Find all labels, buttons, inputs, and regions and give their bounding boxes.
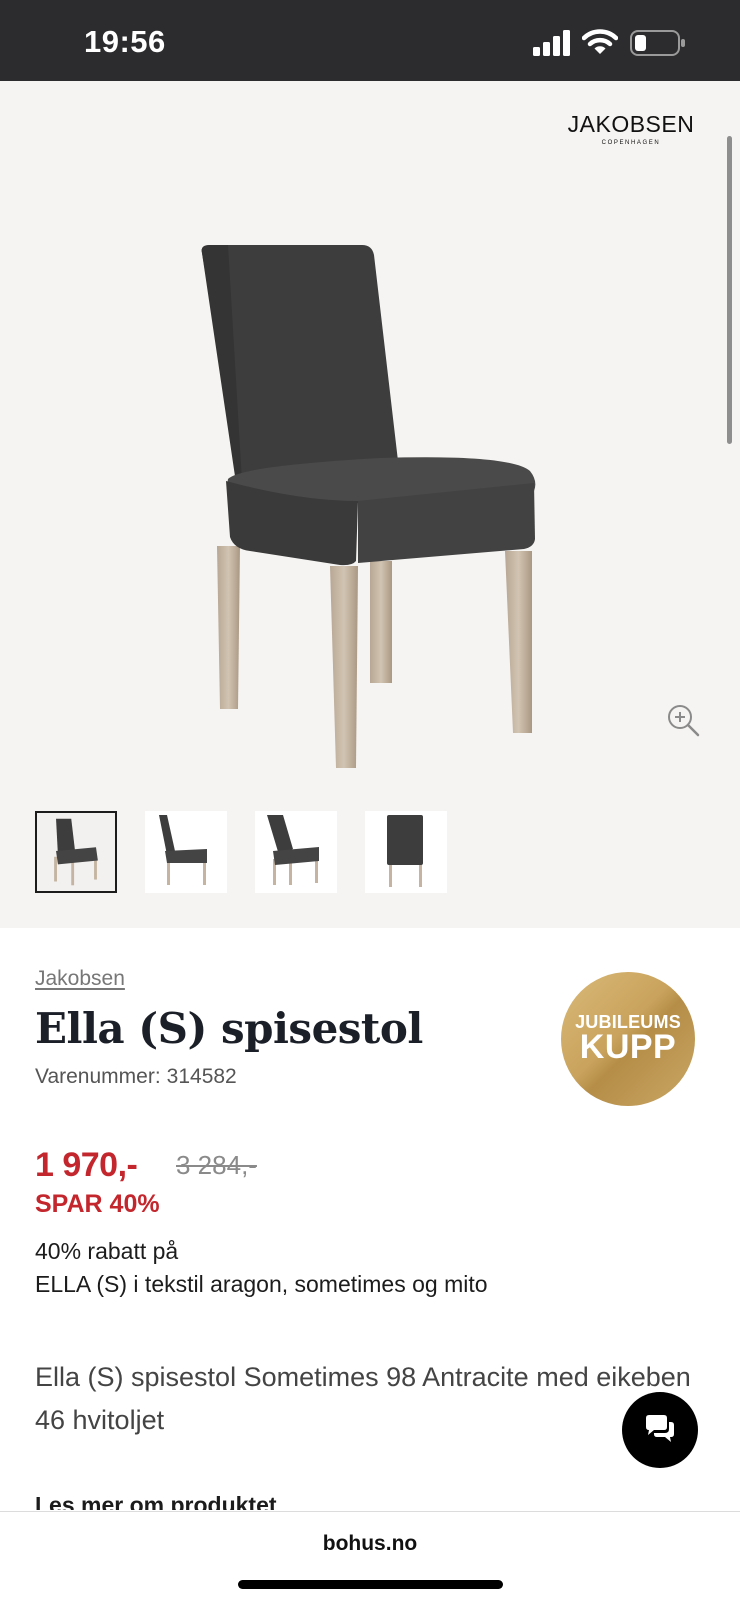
product-title: Ella (S) spisestol — [35, 1004, 423, 1053]
cellular-signal-icon — [533, 30, 570, 56]
scrollbar[interactable] — [727, 136, 732, 444]
thumbnail-three-quarter[interactable] — [255, 811, 337, 893]
product-gallery[interactable]: JAKOBSEN COPENHAGEN — [0, 81, 740, 928]
chat-button[interactable] — [622, 1392, 698, 1468]
badge-line2: KUPP — [579, 1028, 677, 1066]
wifi-icon — [582, 29, 618, 54]
status-bar: 19:56 — [0, 0, 740, 81]
discount-label: SPAR 40% — [35, 1190, 160, 1218]
status-time: 19:56 — [84, 24, 166, 59]
original-price: 3 284,- — [176, 1150, 257, 1180]
chat-icon — [646, 1415, 674, 1442]
sku: Varenummer: 314582 — [35, 1065, 237, 1089]
battery-icon — [630, 30, 685, 56]
sale-price: 1 970,- — [35, 1146, 138, 1184]
sku-label: Varenummer: — [35, 1065, 161, 1088]
promo-text-line1: 40% rabatt på — [35, 1238, 179, 1264]
thumbnail-side[interactable] — [145, 811, 227, 893]
browser-address-bar[interactable]: bohus.no — [0, 1511, 740, 1600]
product-main-image[interactable] — [180, 161, 570, 791]
product-description: Ella (S) spisestol Sometimes 98 Antracit… — [35, 1362, 691, 1435]
thumbnail-back[interactable] — [365, 811, 447, 893]
sku-value: 314582 — [166, 1065, 237, 1088]
brand-logo: JAKOBSEN COPENHAGEN — [567, 111, 695, 146]
url-text[interactable]: bohus.no — [0, 1532, 740, 1556]
read-more-link[interactable]: Les mer om produktet — [35, 1490, 277, 1510]
zoom-icon[interactable] — [666, 703, 700, 737]
home-indicator[interactable] — [238, 1580, 503, 1589]
thumbnail-front-three-quarter[interactable] — [35, 811, 117, 893]
promo-text-line2: ELLA (S) i tekstil aragon, sometimes og … — [35, 1271, 488, 1297]
jubileums-kupp-badge: JUBILEUMS KUPP — [561, 972, 695, 1106]
brand-link[interactable]: Jakobsen — [35, 967, 125, 991]
